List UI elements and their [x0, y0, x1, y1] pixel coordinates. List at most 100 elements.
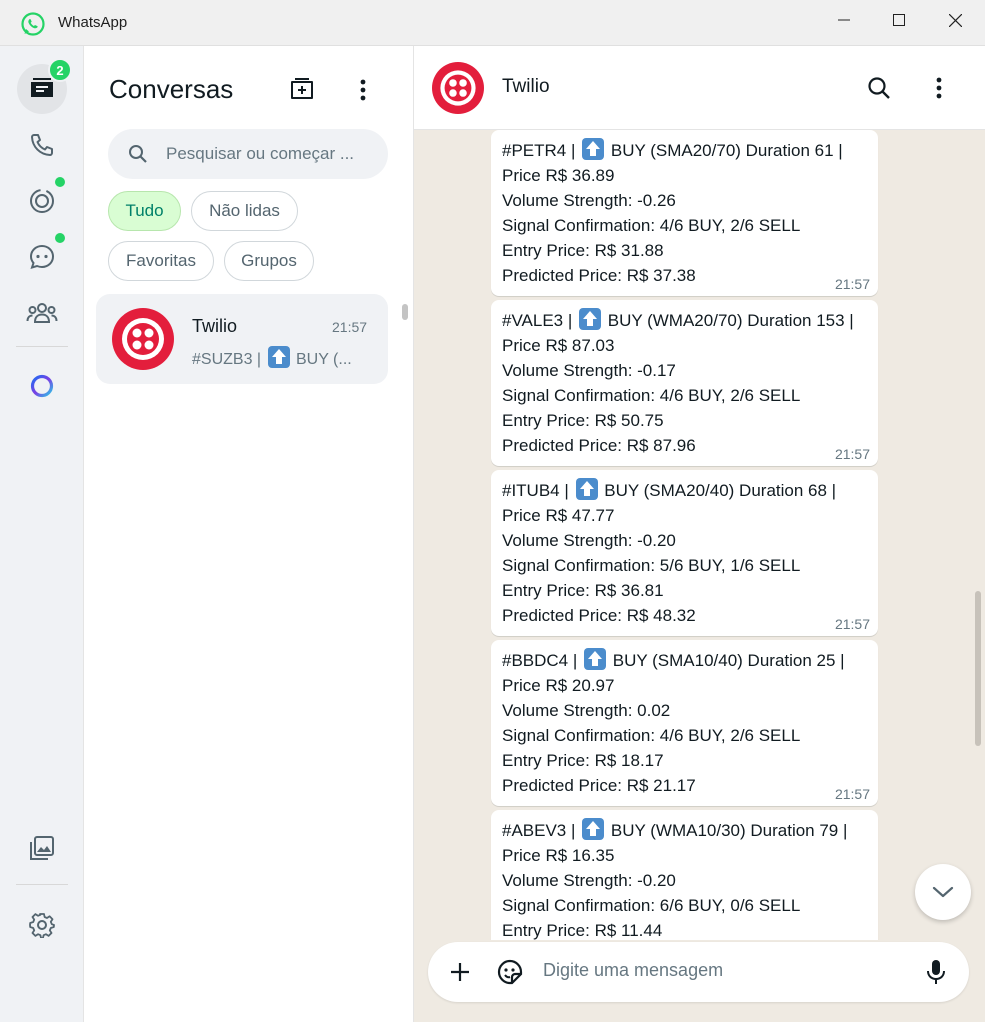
media-gallery-icon: [30, 836, 54, 860]
price-line: Price R$ 16.35: [502, 846, 615, 865]
chat-scrollbar[interactable]: [975, 591, 981, 746]
communities-nav-button[interactable]: [17, 288, 67, 338]
new-chat-icon: [291, 78, 313, 99]
ticker: #VALE3 |: [502, 311, 573, 330]
sticker-icon: [497, 959, 523, 985]
confirmation-line: Signal Confirmation: 4/6 BUY, 2/6 SELL: [502, 216, 801, 235]
ticker: #ABEV3 |: [502, 821, 576, 840]
message-time: 21:57: [834, 276, 870, 292]
chats-icon: [31, 78, 53, 97]
predicted-line: Predicted Price: R$ 87.96: [502, 436, 696, 455]
settings-nav-button[interactable]: [17, 900, 67, 950]
media-nav-button[interactable]: [17, 823, 67, 873]
up-arrow-emoji-icon: [579, 308, 601, 330]
chat-preview: #SUZB3 | BUY (...: [192, 346, 352, 369]
search-icon: [129, 145, 147, 163]
whatsapp-logo-icon: [21, 12, 45, 36]
message-time: 21:57: [834, 786, 870, 802]
sticker-button[interactable]: [494, 956, 526, 988]
chevron-down-icon: [932, 886, 954, 898]
close-icon: [948, 13, 962, 27]
predicted-line: Predicted Price: R$ 48.32: [502, 606, 696, 625]
signal: BUY (SMA20/70) Duration 61 |: [610, 141, 843, 160]
message-time: 21:57: [834, 616, 870, 632]
predicted-line: Predicted Price: R$ 21.17: [502, 776, 696, 795]
new-chat-button[interactable]: [286, 74, 318, 106]
maximize-icon: [893, 14, 905, 26]
confirmation-line: Signal Confirmation: 6/6 BUY, 0/6 SELL: [502, 896, 801, 915]
title-bar: WhatsApp: [0, 0, 985, 46]
list-title: Conversas: [109, 74, 234, 104]
calls-nav-button[interactable]: [17, 120, 67, 170]
chat-preview-suffix: BUY (...: [295, 351, 352, 368]
message-composer: Digite uma mensagem: [428, 942, 969, 1002]
scroll-to-bottom-button[interactable]: [915, 864, 971, 920]
price-line: Price R$ 87.03: [502, 336, 615, 355]
list-scrollbar[interactable]: [402, 304, 408, 320]
communities-icon: [26, 303, 58, 323]
chat-time: 21:57: [332, 319, 368, 335]
chat-menu-button[interactable]: [923, 72, 955, 104]
message-bubble[interactable]: #PETR4 | BUY (SMA20/70) Duration 61 | Pr…: [491, 130, 878, 296]
voice-message-button[interactable]: [920, 956, 952, 988]
rail-divider-bottom: [16, 884, 68, 885]
list-menu-button[interactable]: [347, 74, 379, 106]
signal: BUY (WMA20/70) Duration 153 |: [607, 311, 854, 330]
contact-name[interactable]: Twilio: [502, 76, 550, 98]
status-update-dot: [55, 177, 65, 187]
message-line: #PETR4 | BUY (SMA20/70) Duration 61 |: [502, 138, 867, 163]
close-button[interactable]: [927, 0, 983, 40]
contact-avatar[interactable]: [432, 62, 484, 114]
filter-chip-groups[interactable]: Grupos: [224, 241, 314, 281]
phone-icon: [31, 134, 53, 156]
more-vertical-icon: [360, 79, 366, 101]
message-bubble[interactable]: #VALE3 | BUY (WMA20/70) Duration 153 | P…: [491, 300, 878, 466]
rail-divider: [16, 346, 68, 347]
price-line: Price R$ 47.77: [502, 506, 615, 525]
message-time: 21:57: [834, 446, 870, 462]
confirmation-line: Signal Confirmation: 5/6 BUY, 1/6 SELL: [502, 556, 801, 575]
more-vertical-icon: [936, 77, 942, 99]
message-list[interactable]: #PETR4 | BUY (SMA20/70) Duration 61 | Pr…: [414, 130, 985, 940]
avatar: [112, 308, 174, 370]
ticker: #ITUB4 |: [502, 481, 569, 500]
chat-list-item-twilio[interactable]: Twilio 21:57 #SUZB3 | BUY (...: [96, 294, 388, 384]
entry-line: Entry Price: R$ 36.81: [502, 581, 664, 600]
meta-ai-nav-button[interactable]: [17, 361, 67, 411]
settings-gear-icon: [29, 913, 55, 938]
channels-update-dot: [55, 233, 65, 243]
attach-button[interactable]: [444, 956, 476, 988]
plus-icon: [451, 963, 469, 981]
message-bubble[interactable]: #ABEV3 | BUY (WMA10/30) Duration 79 | Pr…: [491, 810, 878, 940]
search-input[interactable]: Pesquisar ou começar ...: [108, 129, 388, 179]
volume-line: Volume Strength: -0.26: [502, 191, 676, 210]
entry-line: Entry Price: R$ 31.88: [502, 241, 664, 260]
filter-chip-all[interactable]: Tudo: [108, 191, 181, 231]
minimize-button[interactable]: [816, 0, 872, 40]
ticker: #PETR4 |: [502, 141, 576, 160]
up-arrow-emoji-icon: [267, 346, 290, 368]
up-arrow-emoji-icon: [582, 818, 605, 840]
chat-panel: Twilio #PETR4 | BUY (SMA20/70) Duration …: [414, 46, 985, 1022]
entry-line: Entry Price: R$ 11.44: [502, 921, 663, 940]
chat-header: Twilio: [414, 46, 985, 130]
confirmation-line: Signal Confirmation: 4/6 BUY, 2/6 SELL: [502, 386, 801, 405]
message-bubble[interactable]: #BBDC4 | BUY (SMA10/40) Duration 25 | Pr…: [491, 640, 878, 806]
message-bubble[interactable]: #ITUB4 | BUY (SMA20/40) Duration 68 | Pr…: [491, 470, 878, 636]
filter-chip-unread[interactable]: Não lidas: [191, 191, 298, 231]
maximize-button[interactable]: [871, 0, 927, 40]
microphone-icon: [927, 960, 945, 984]
message-input[interactable]: Digite uma mensagem: [543, 960, 723, 981]
conversation-list-panel: Conversas Pesquisar ou começar ... Tudo …: [84, 46, 414, 1022]
meta-ai-icon: [30, 374, 54, 398]
navigation-rail: 2: [0, 46, 84, 1022]
unread-badge: 2: [48, 58, 72, 82]
chat-search-button[interactable]: [863, 72, 895, 104]
message-line: #ITUB4 | BUY (SMA20/40) Duration 68 |: [502, 478, 867, 503]
filter-chip-favorites[interactable]: Favoritas: [108, 241, 214, 281]
up-arrow-emoji-icon: [582, 138, 605, 160]
ticker: #BBDC4 |: [502, 651, 578, 670]
up-arrow-emoji-icon: [575, 478, 598, 500]
price-line: Price R$ 20.97: [502, 676, 615, 695]
signal: BUY (SMA10/40) Duration 25 |: [612, 651, 845, 670]
